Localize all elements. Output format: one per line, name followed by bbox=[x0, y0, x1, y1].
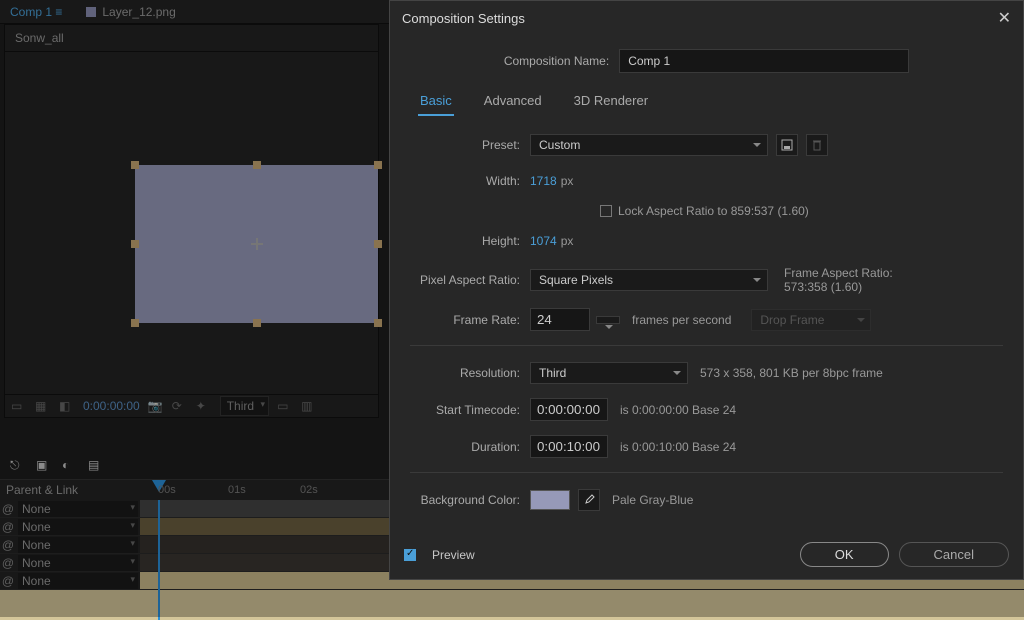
dialog-titlebar: Composition Settings ✕ bbox=[390, 1, 1023, 35]
lock-aspect-checkbox[interactable] bbox=[600, 205, 612, 217]
cancel-button[interactable]: Cancel bbox=[899, 542, 1009, 567]
dialog-buttons: Preview OK Cancel bbox=[390, 542, 1023, 567]
par-dropdown[interactable]: Square Pixels bbox=[530, 269, 768, 291]
preview-label: Preview bbox=[432, 548, 475, 562]
duration-info: is 0:00:10:00 Base 24 bbox=[620, 440, 736, 454]
preview-checkbox[interactable] bbox=[404, 549, 416, 561]
bgcolor-name: Pale Gray-Blue bbox=[612, 493, 693, 507]
px-unit: px bbox=[561, 234, 574, 248]
framerate-input[interactable] bbox=[530, 308, 590, 331]
preset-dropdown[interactable]: Custom bbox=[530, 134, 768, 156]
bgcolor-label: Background Color: bbox=[410, 493, 530, 507]
comp-name-label: Composition Name: bbox=[504, 54, 609, 68]
duration-label: Duration: bbox=[410, 440, 530, 454]
resolution-info: 573 x 358, 801 KB per 8bpc frame bbox=[700, 366, 883, 380]
frame-ar-label: Frame Aspect Ratio: bbox=[784, 266, 893, 280]
start-timecode-info: is 0:00:00:00 Base 24 bbox=[620, 403, 736, 417]
dropframe-select: Drop Frame bbox=[751, 309, 871, 331]
resolution-label: Resolution: bbox=[410, 366, 530, 380]
save-preset-button[interactable] bbox=[776, 134, 798, 156]
composition-settings-dialog: Composition Settings ✕ Composition Name:… bbox=[389, 0, 1024, 580]
frame-ar-value: 573:358 (1.60) bbox=[784, 280, 893, 294]
close-icon[interactable]: ✕ bbox=[998, 8, 1011, 28]
eyedropper-button[interactable] bbox=[578, 489, 600, 511]
dialog-title: Composition Settings bbox=[402, 11, 525, 26]
tab-3d-renderer[interactable]: 3D Renderer bbox=[572, 87, 650, 116]
resolution-dropdown[interactable]: Third bbox=[530, 362, 688, 384]
tab-advanced[interactable]: Advanced bbox=[482, 87, 544, 116]
height-value[interactable]: 1074 bbox=[530, 234, 557, 248]
px-unit: px bbox=[561, 174, 574, 188]
dialog-body: Preset: Custom Width: 1718 px Lock Aspec… bbox=[390, 116, 1023, 535]
framerate-label: Frame Rate: bbox=[410, 313, 530, 327]
settings-tabs: Basic Advanced 3D Renderer bbox=[390, 87, 1023, 116]
start-timecode-input[interactable] bbox=[530, 398, 608, 421]
comp-name-row: Composition Name: bbox=[390, 35, 1023, 87]
framerate-dropdown[interactable] bbox=[596, 316, 620, 324]
preset-label: Preset: bbox=[410, 138, 530, 152]
comp-name-input[interactable] bbox=[619, 49, 909, 73]
ok-button[interactable]: OK bbox=[800, 542, 889, 567]
bgcolor-swatch[interactable] bbox=[530, 490, 570, 510]
lock-aspect-label: Lock Aspect Ratio to 859:537 (1.60) bbox=[618, 204, 809, 218]
width-value[interactable]: 1718 bbox=[530, 174, 557, 188]
tab-basic[interactable]: Basic bbox=[418, 87, 454, 116]
start-timecode-label: Start Timecode: bbox=[410, 403, 530, 417]
duration-input[interactable] bbox=[530, 435, 608, 458]
par-label: Pixel Aspect Ratio: bbox=[410, 273, 530, 287]
fps-text: frames per second bbox=[632, 313, 731, 327]
height-label: Height: bbox=[410, 234, 530, 248]
width-label: Width: bbox=[410, 174, 530, 188]
delete-preset-button[interactable] bbox=[806, 134, 828, 156]
